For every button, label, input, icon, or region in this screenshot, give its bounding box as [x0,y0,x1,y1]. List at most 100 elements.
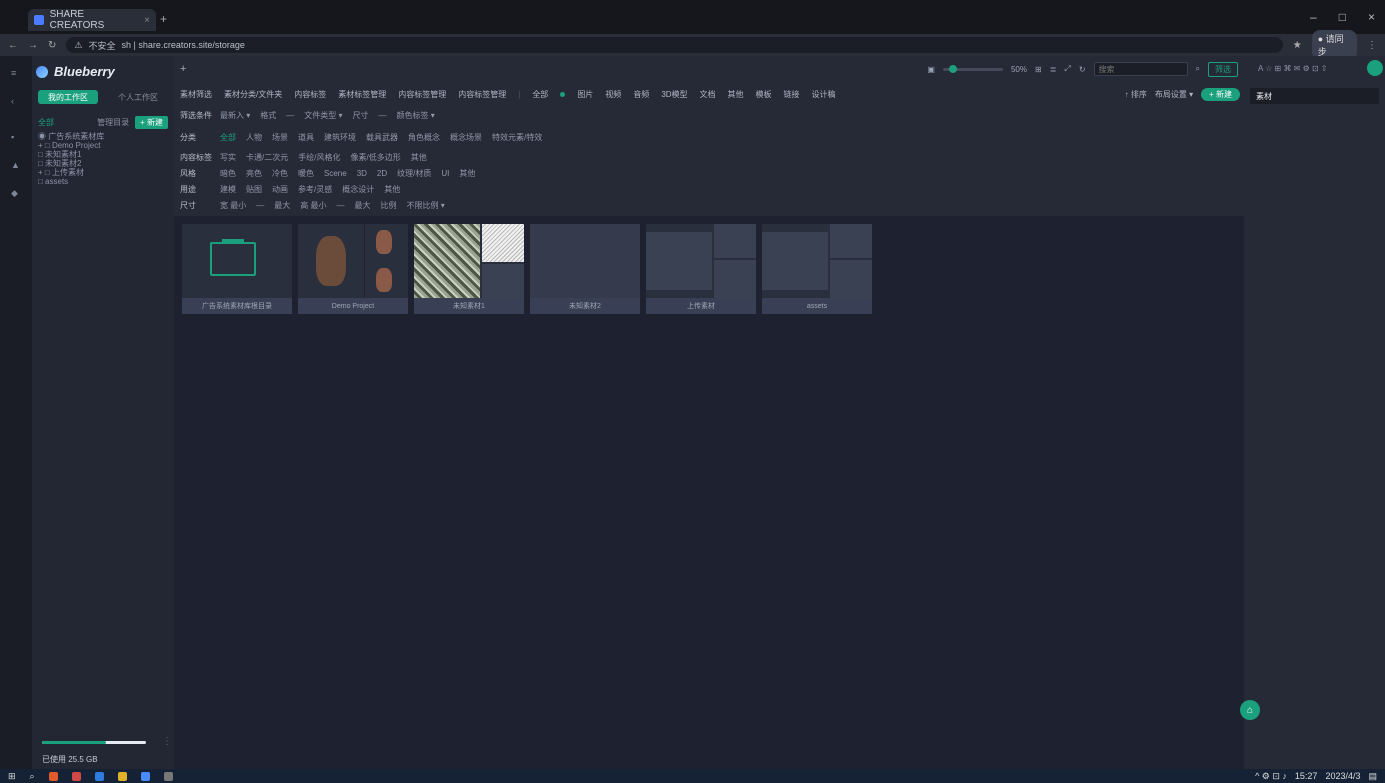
tree-item[interactable]: □ assets [38,177,104,186]
search-icon[interactable]: ⌕ [1196,64,1200,74]
filter-checkbox[interactable]: 亮色 [246,168,262,179]
filter-checkbox[interactable]: Scene [324,169,347,178]
notification-icon[interactable]: ▤ [1368,771,1377,782]
filter-checkbox[interactable]: 概念设计 [342,184,374,195]
filter-option[interactable]: 场景 [272,132,288,143]
category-item[interactable]: 素材标签管理 [338,89,386,100]
view-mode-item[interactable]: 模板 [756,89,772,100]
tree-item[interactable]: + □ 上传素材 [38,168,104,177]
back-icon[interactable]: ← [8,40,18,51]
settings-icon[interactable]: ◆ [11,188,20,198]
new-tab-button[interactable]: + [160,12,167,26]
view-mode-item[interactable]: 视频 [605,89,621,100]
tree-all[interactable]: 全部 [38,117,54,128]
tree-item[interactable]: ◉ 广告系统素材库 [38,132,104,141]
close-window-button[interactable]: × [1368,10,1375,24]
height-max-field[interactable]: 最大 [354,200,370,211]
folder-app-icon[interactable] [117,771,127,781]
right-panel-toolbar[interactable]: A ☆ ⊞ ⌘ ✉ ⚙ ⊡ ⇧ [1258,64,1328,73]
view-mode-item[interactable]: 设计稿 [812,89,836,100]
category-item[interactable]: 内容标签 [294,89,326,100]
minimize-button[interactable]: – [1310,10,1317,24]
manage-folders-button[interactable]: 管理目录 [97,117,129,128]
filter-option[interactable]: 特效元素/特效 [492,132,542,143]
browser-menu-icon[interactable]: ⋮ [1367,40,1377,51]
tray-icons[interactable]: ^ ⚙ ⊡ ♪ [1255,771,1287,782]
panel-resize-handle[interactable]: ⋮ [162,736,172,747]
filter-option-selected[interactable]: 全部 [220,132,236,143]
grid-view-icon[interactable]: ⊞ [1035,65,1042,74]
app-icon[interactable] [48,771,58,781]
filter-checkbox[interactable]: 像素/低多边形 [350,152,400,163]
browser-app-icon[interactable] [140,771,150,781]
ratio-select[interactable]: 不限比例 ▾ [406,200,444,211]
bookmark-star-icon[interactable]: ★ [1293,40,1302,51]
folder-icon[interactable]: ▪ [11,132,20,142]
tree-item[interactable]: □ 未知素材2 [38,159,104,168]
tab-my-workspace[interactable]: 我的工作区 [38,90,98,104]
filter-checkbox[interactable]: 写实 [220,152,236,163]
filter-button[interactable]: 筛选 [1208,61,1238,77]
home-fab-button[interactable]: ⌂ [1240,700,1260,720]
image-icon[interactable]: ▣ [927,65,935,74]
folder-card[interactable]: 未知素材2 [530,224,640,314]
tree-item[interactable]: + □ Demo Project [38,141,104,150]
new-item-button[interactable]: + 新建 [1201,88,1240,101]
filter-checkbox[interactable]: 手绘/风格化 [298,152,340,163]
filter-checkbox[interactable]: 3D [357,169,367,178]
folder-card[interactable]: Demo Project [298,224,408,314]
filter-checkbox[interactable]: 2D [377,169,387,178]
menu-icon[interactable]: ≡ [11,68,20,78]
filter-checkbox[interactable]: 动画 [272,184,288,195]
app-icon[interactable] [94,771,104,781]
view-mode-item[interactable]: 其他 [728,89,744,100]
sort-button[interactable]: ↑ 排序 [1125,89,1147,100]
add-icon[interactable]: + [180,63,186,75]
view-mode-item[interactable]: 链接 [784,89,800,100]
filter-checkbox[interactable]: 纹理/材质 [397,168,431,179]
refresh-icon[interactable]: ↻ [1079,65,1086,74]
filter-option[interactable]: 颜色标签 ▾ [397,110,435,121]
category-item[interactable]: 素材分类/文件夹 [224,89,282,100]
filter-checkbox[interactable]: 暖色 [298,168,314,179]
zoom-slider-knob[interactable] [948,64,957,73]
folder-card[interactable]: assets [762,224,872,314]
app-icon[interactable] [163,771,173,781]
user-avatar[interactable] [1367,60,1383,76]
zoom-slider[interactable] [942,64,1003,73]
layout-settings-button[interactable]: 布局设置 ▾ [1155,89,1193,100]
folder-card[interactable]: 未知素材1 [414,224,524,314]
filter-checkbox[interactable]: UI [441,169,449,178]
height-min-field[interactable]: 高 最小 [300,200,326,211]
expand-icon[interactable]: ⤢ [1064,64,1070,74]
search-input[interactable] [1093,62,1188,76]
category-item[interactable]: 内容标签管理 [458,89,506,100]
filter-checkbox[interactable]: 暗色 [220,168,236,179]
width-min-field[interactable]: 宽 最小 [220,200,246,211]
width-max-field[interactable]: 最大 [274,200,290,211]
filter-checkbox[interactable]: 建模 [220,184,236,195]
tab-close-icon[interactable]: × [144,15,150,26]
start-icon[interactable]: ⊞ [8,771,16,782]
filter-option[interactable]: 角色概念 [408,132,440,143]
filter-option[interactable]: 载具武器 [366,132,398,143]
filter-option[interactable]: 人物 [246,132,262,143]
filter-checkbox[interactable]: 参考/灵感 [298,184,332,195]
filter-checkbox[interactable]: 其他 [459,168,475,179]
maximize-button[interactable]: □ [1339,10,1346,24]
view-mode-item[interactable]: 全部 [532,89,548,100]
view-mode-item[interactable]: 图片 [577,89,593,100]
filter-option[interactable]: 建筑环境 [324,132,356,143]
folder-card[interactable]: 上传素材 [646,224,756,314]
forward-icon[interactable]: → [28,40,38,51]
folder-card[interactable]: 广告系统素材库根目录 [182,224,292,314]
collapse-icon[interactable]: ‹ [11,96,20,106]
filter-checkbox[interactable]: 卡通/二次元 [246,152,288,163]
filter-checkbox[interactable]: 其他 [411,152,427,163]
view-mode-item[interactable]: 3D模型 [661,89,687,100]
category-item[interactable]: 素材筛选 [180,89,212,100]
filter-option[interactable]: 尺寸 [353,110,369,121]
app-icon[interactable] [71,771,81,781]
search-icon[interactable]: ⌕ [30,771,35,782]
filter-checkbox[interactable]: 冷色 [272,168,288,179]
